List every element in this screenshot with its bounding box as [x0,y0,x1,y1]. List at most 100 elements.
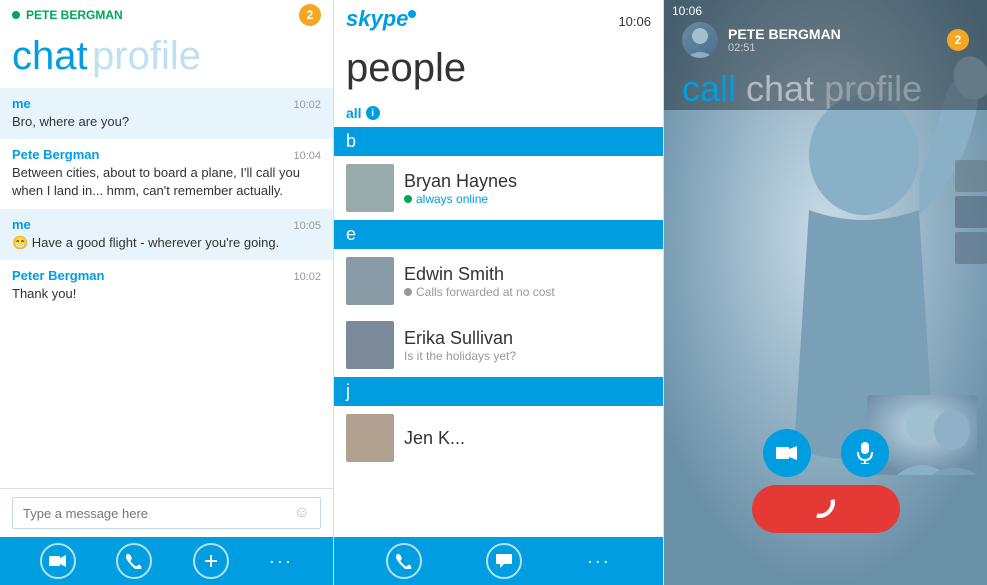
person-info: Jen K... [404,428,651,449]
message-item: me 10:05 😁 Have a good flight - wherever… [0,209,333,260]
list-item[interactable]: Erika Sullivan Is it the holidays yet? [334,313,663,377]
chat-contact-name: PETE BERGMAN [12,8,123,22]
mute-button[interactable] [841,429,889,477]
video-toggle-button[interactable] [763,429,811,477]
call-avatar [682,22,718,58]
call-name-area: PETE BERGMAN 02:51 [728,26,937,54]
side-contact-icon[interactable] [955,232,987,264]
more-options-button[interactable]: ··· [269,551,293,572]
messages-area: me 10:02 Bro, where are you? Pete Bergma… [0,88,333,488]
message-item: Peter Bergman 10:02 Thank you! [0,260,333,311]
side-contacts [955,160,987,264]
message-text: Bro, where are you? [12,113,321,131]
call-duration: 02:51 [728,42,937,54]
call-status-bar: 10:06 [672,4,979,18]
info-icon: i [366,106,380,120]
people-status-bar: skype 10:06 [334,0,663,42]
tab-chat[interactable]: chat [746,68,814,110]
message-input[interactable] [23,506,294,521]
people-all-row[interactable]: all i [334,99,663,127]
message-sender: me [12,96,31,111]
chat-page-title: chat profile [0,30,333,88]
chat-button[interactable] [486,543,522,579]
call-time: 10:06 [672,4,732,18]
people-panel: skype 10:06 people all i b Bryan Haynes … [334,0,664,585]
person-name: Bryan Haynes [404,171,651,192]
message-sender: Pete Bergman [12,147,99,162]
message-header: me 10:05 [12,217,321,232]
call-header: PETE BERGMAN 02:51 2 [672,18,979,64]
profile-title-word: profile [92,34,201,78]
status-dot [404,288,412,296]
message-text: Between cities, about to board a plane, … [12,164,321,200]
voice-call-button[interactable] [116,543,152,579]
person-name: Jen K... [404,428,651,449]
chat-notification-badge: 2 [299,4,321,26]
status-text: Calls forwarded at no cost [416,285,555,299]
call-panel: 10:06 PETE BERGMAN 02:51 2 call chat pro… [664,0,987,585]
list-item[interactable]: Edwin Smith Calls forwarded at no cost [334,249,663,313]
call-button[interactable] [386,543,422,579]
person-status: always online [404,192,651,206]
section-label-b: b [334,127,663,156]
people-page-title: people [334,42,663,99]
section-label-e: e [334,220,663,249]
person-info: Edwin Smith Calls forwarded at no cost [404,264,651,299]
message-text: Thank you! [12,285,321,303]
call-notification-badge: 2 [947,29,969,51]
chat-status-bar: PETE BERGMAN 2 [0,0,333,30]
person-status: Is it the holidays yet? [404,349,651,363]
message-text: 😁 Have a good flight - wherever you're g… [12,234,321,252]
person-name: Erika Sullivan [404,328,651,349]
person-name: Edwin Smith [404,264,651,285]
message-sender: Peter Bergman [12,268,104,283]
message-time: 10:04 [293,150,321,162]
message-item: Pete Bergman 10:04 Between cities, about… [0,139,333,208]
chat-title-word: chat [12,34,88,78]
tab-call[interactable]: call [682,68,736,110]
people-time: 10:06 [618,14,651,29]
message-time: 10:02 [293,99,321,111]
message-time: 10:02 [293,271,321,283]
message-header: me 10:02 [12,96,321,111]
call-buttons-row [763,429,889,477]
section-label-j: j [334,377,663,406]
person-info: Erika Sullivan Is it the holidays yet? [404,328,651,363]
people-more-button[interactable]: ··· [587,551,611,572]
list-item[interactable]: Jen K... [334,406,663,470]
message-item: me 10:02 Bro, where are you? [0,88,333,139]
person-status: Calls forwarded at no cost [404,285,651,299]
message-input-wrap[interactable]: ☺ [12,497,321,529]
all-label: all [346,105,362,121]
avatar [346,321,394,369]
status-dot [404,195,412,203]
person-info: Bryan Haynes always online [404,171,651,206]
emoji-icon[interactable]: ☺ [294,504,310,522]
message-input-area: ☺ [0,488,333,537]
call-tabs: call chat profile [672,64,979,110]
call-controls [664,429,987,537]
avatar [346,414,394,462]
message-time: 10:05 [293,220,321,232]
message-sender: me [12,217,31,232]
message-header: Pete Bergman 10:04 [12,147,321,162]
avatar [346,164,394,212]
avatar [346,257,394,305]
add-contact-button[interactable] [193,543,229,579]
call-contact-name: PETE BERGMAN [728,26,937,42]
people-list: all i b Bryan Haynes always online e Edw… [334,99,663,537]
skype-logo: skype [346,4,426,38]
people-title: people [346,46,466,90]
message-header: Peter Bergman 10:02 [12,268,321,283]
chat-bottom-bar: ··· [0,537,333,585]
list-item[interactable]: Bryan Haynes always online [334,156,663,220]
status-text: always online [416,192,488,206]
chat-panel: PETE BERGMAN 2 chat profile me 10:02 Bro… [0,0,334,585]
people-bottom-bar: ··· [334,537,663,585]
video-call-button[interactable] [40,543,76,579]
side-contact-icon[interactable] [955,196,987,228]
end-call-button[interactable] [752,485,900,533]
status-text: Is it the holidays yet? [404,349,516,363]
side-contact-icon[interactable] [955,160,987,192]
tab-profile[interactable]: profile [824,68,922,110]
